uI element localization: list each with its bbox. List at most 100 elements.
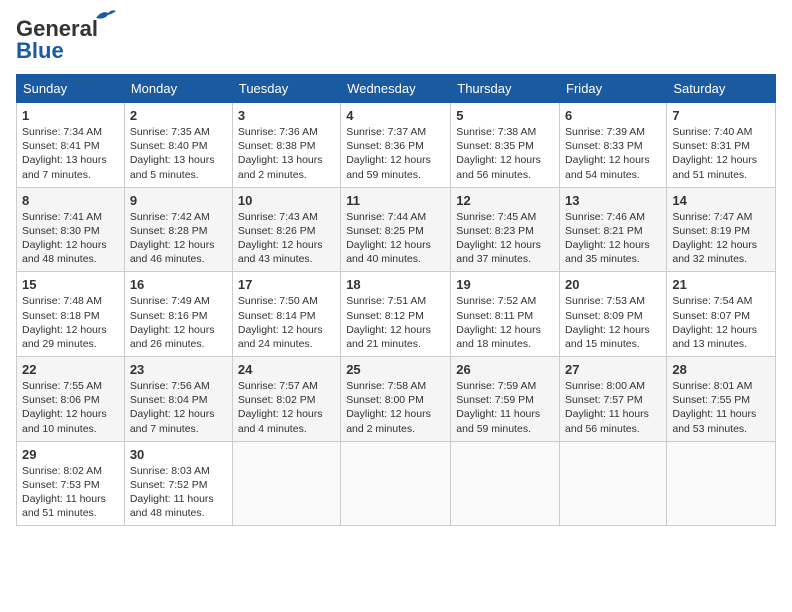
day-number: 5 (456, 108, 554, 123)
calendar-cell: 23 Sunrise: 7:56 AMSunset: 8:04 PMDayligh… (124, 357, 232, 442)
day-info: Sunrise: 7:50 AMSunset: 8:14 PMDaylight:… (238, 294, 335, 351)
day-number: 6 (565, 108, 661, 123)
day-info: Sunrise: 7:54 AMSunset: 8:07 PMDaylight:… (672, 294, 770, 351)
column-header-friday: Friday (560, 75, 667, 103)
calendar-cell: 20 Sunrise: 7:53 AMSunset: 8:09 PMDayligh… (560, 272, 667, 357)
day-info: Sunrise: 7:38 AMSunset: 8:35 PMDaylight:… (456, 125, 554, 182)
day-number: 22 (22, 362, 119, 377)
day-number: 2 (130, 108, 227, 123)
day-info: Sunrise: 7:58 AMSunset: 8:00 PMDaylight:… (346, 379, 445, 436)
day-info: Sunrise: 7:44 AMSunset: 8:25 PMDaylight:… (346, 210, 445, 267)
calendar-cell (341, 441, 451, 526)
day-info: Sunrise: 7:57 AMSunset: 8:02 PMDaylight:… (238, 379, 335, 436)
logo-general: General (16, 16, 98, 41)
calendar-week-row: 15Sunrise: 7:48 AMSunset: 8:18 PMDayligh… (17, 272, 776, 357)
calendar-week-row: 8 Sunrise: 7:41 AMSunset: 8:30 PMDaylight… (17, 187, 776, 272)
calendar-cell: 14Sunrise: 7:47 AMSunset: 8:19 PMDayligh… (667, 187, 776, 272)
calendar-cell: 22 Sunrise: 7:55 AMSunset: 8:06 PMDayligh… (17, 357, 125, 442)
day-number: 1 (22, 108, 119, 123)
day-info: Sunrise: 7:45 AMSunset: 8:23 PMDaylight:… (456, 210, 554, 267)
calendar-cell (560, 441, 667, 526)
column-header-sunday: Sunday (17, 75, 125, 103)
day-info: Sunrise: 7:59 AMSunset: 7:59 PMDaylight:… (456, 379, 554, 436)
calendar-cell: 21 Sunrise: 7:54 AMSunset: 8:07 PMDayligh… (667, 272, 776, 357)
day-info: Sunrise: 7:43 AMSunset: 8:26 PMDaylight:… (238, 210, 335, 267)
calendar-cell: 4 Sunrise: 7:37 AMSunset: 8:36 PMDaylight… (341, 103, 451, 188)
day-number: 24 (238, 362, 335, 377)
day-info: Sunrise: 7:47 AMSunset: 8:19 PMDaylight:… (672, 210, 770, 267)
column-header-saturday: Saturday (667, 75, 776, 103)
day-number: 9 (130, 193, 227, 208)
calendar-cell: 13 Sunrise: 7:46 AMSunset: 8:21 PMDayligh… (560, 187, 667, 272)
calendar-cell: 16 Sunrise: 7:49 AMSunset: 8:16 PMDayligh… (124, 272, 232, 357)
day-number: 27 (565, 362, 661, 377)
calendar-cell (451, 441, 560, 526)
day-info: Sunrise: 7:55 AMSunset: 8:06 PMDaylight:… (22, 379, 119, 436)
calendar-cell: 5 Sunrise: 7:38 AMSunset: 8:35 PMDaylight… (451, 103, 560, 188)
day-info: Sunrise: 7:49 AMSunset: 8:16 PMDaylight:… (130, 294, 227, 351)
day-number: 29 (22, 447, 119, 462)
day-number: 20 (565, 277, 661, 292)
calendar-cell: 17 Sunrise: 7:50 AMSunset: 8:14 PMDayligh… (232, 272, 340, 357)
day-info: Sunrise: 8:00 AMSunset: 7:57 PMDaylight:… (565, 379, 661, 436)
calendar-cell: 12 Sunrise: 7:45 AMSunset: 8:23 PMDayligh… (451, 187, 560, 272)
day-number: 16 (130, 277, 227, 292)
day-number: 4 (346, 108, 445, 123)
day-info: Sunrise: 7:56 AMSunset: 8:04 PMDaylight:… (130, 379, 227, 436)
day-number: 10 (238, 193, 335, 208)
calendar-cell: 1Sunrise: 7:34 AMSunset: 8:41 PMDaylight… (17, 103, 125, 188)
day-number: 28 (672, 362, 770, 377)
column-header-monday: Monday (124, 75, 232, 103)
column-header-wednesday: Wednesday (341, 75, 451, 103)
day-info: Sunrise: 7:51 AMSunset: 8:12 PMDaylight:… (346, 294, 445, 351)
calendar-week-row: 1Sunrise: 7:34 AMSunset: 8:41 PMDaylight… (17, 103, 776, 188)
day-info: Sunrise: 7:42 AMSunset: 8:28 PMDaylight:… (130, 210, 227, 267)
day-number: 17 (238, 277, 335, 292)
day-info: Sunrise: 7:52 AMSunset: 8:11 PMDaylight:… (456, 294, 554, 351)
calendar-week-row: 29 Sunrise: 8:02 AMSunset: 7:53 PMDayligh… (17, 441, 776, 526)
calendar-cell: 9 Sunrise: 7:42 AMSunset: 8:28 PMDaylight… (124, 187, 232, 272)
day-number: 3 (238, 108, 335, 123)
calendar-cell (232, 441, 340, 526)
day-number: 18 (346, 277, 445, 292)
calendar-cell: 28 Sunrise: 8:01 AMSunset: 7:55 PMDayligh… (667, 357, 776, 442)
day-info: Sunrise: 7:40 AMSunset: 8:31 PMDaylight:… (672, 125, 770, 182)
day-info: Sunrise: 7:39 AMSunset: 8:33 PMDaylight:… (565, 125, 661, 182)
day-number: 8 (22, 193, 119, 208)
calendar-cell: 25 Sunrise: 7:58 AMSunset: 8:00 PMDayligh… (341, 357, 451, 442)
calendar-cell: 11Sunrise: 7:44 AMSunset: 8:25 PMDayligh… (341, 187, 451, 272)
day-number: 25 (346, 362, 445, 377)
calendar-cell: 7 Sunrise: 7:40 AMSunset: 8:31 PMDaylight… (667, 103, 776, 188)
calendar-cell: 24 Sunrise: 7:57 AMSunset: 8:02 PMDayligh… (232, 357, 340, 442)
calendar-cell: 27 Sunrise: 8:00 AMSunset: 7:57 PMDayligh… (560, 357, 667, 442)
day-info: Sunrise: 8:03 AMSunset: 7:52 PMDaylight:… (130, 464, 227, 521)
day-number: 7 (672, 108, 770, 123)
day-number: 13 (565, 193, 661, 208)
calendar-cell: 6 Sunrise: 7:39 AMSunset: 8:33 PMDaylight… (560, 103, 667, 188)
column-header-thursday: Thursday (451, 75, 560, 103)
day-info: Sunrise: 7:35 AMSunset: 8:40 PMDaylight:… (130, 125, 227, 182)
page-header: General Blue (16, 16, 776, 64)
calendar-cell: 30 Sunrise: 8:03 AMSunset: 7:52 PMDayligh… (124, 441, 232, 526)
day-info: Sunrise: 8:02 AMSunset: 7:53 PMDaylight:… (22, 464, 119, 521)
calendar-cell: 29 Sunrise: 8:02 AMSunset: 7:53 PMDayligh… (17, 441, 125, 526)
calendar-cell: 15Sunrise: 7:48 AMSunset: 8:18 PMDayligh… (17, 272, 125, 357)
calendar-cell: 3 Sunrise: 7:36 AMSunset: 8:38 PMDaylight… (232, 103, 340, 188)
calendar-cell: 8 Sunrise: 7:41 AMSunset: 8:30 PMDaylight… (17, 187, 125, 272)
day-number: 30 (130, 447, 227, 462)
calendar-cell: 10 Sunrise: 7:43 AMSunset: 8:26 PMDayligh… (232, 187, 340, 272)
day-number: 19 (456, 277, 554, 292)
day-info: Sunrise: 7:46 AMSunset: 8:21 PMDaylight:… (565, 210, 661, 267)
calendar-table: SundayMondayTuesdayWednesdayThursdayFrid… (16, 74, 776, 526)
logo-bird-icon (94, 8, 116, 24)
day-info: Sunrise: 7:41 AMSunset: 8:30 PMDaylight:… (22, 210, 119, 267)
day-number: 12 (456, 193, 554, 208)
day-info: Sunrise: 7:53 AMSunset: 8:09 PMDaylight:… (565, 294, 661, 351)
day-info: Sunrise: 7:37 AMSunset: 8:36 PMDaylight:… (346, 125, 445, 182)
day-info: Sunrise: 8:01 AMSunset: 7:55 PMDaylight:… (672, 379, 770, 436)
day-number: 23 (130, 362, 227, 377)
day-number: 21 (672, 277, 770, 292)
day-number: 26 (456, 362, 554, 377)
day-info: Sunrise: 7:36 AMSunset: 8:38 PMDaylight:… (238, 125, 335, 182)
day-number: 15 (22, 277, 119, 292)
